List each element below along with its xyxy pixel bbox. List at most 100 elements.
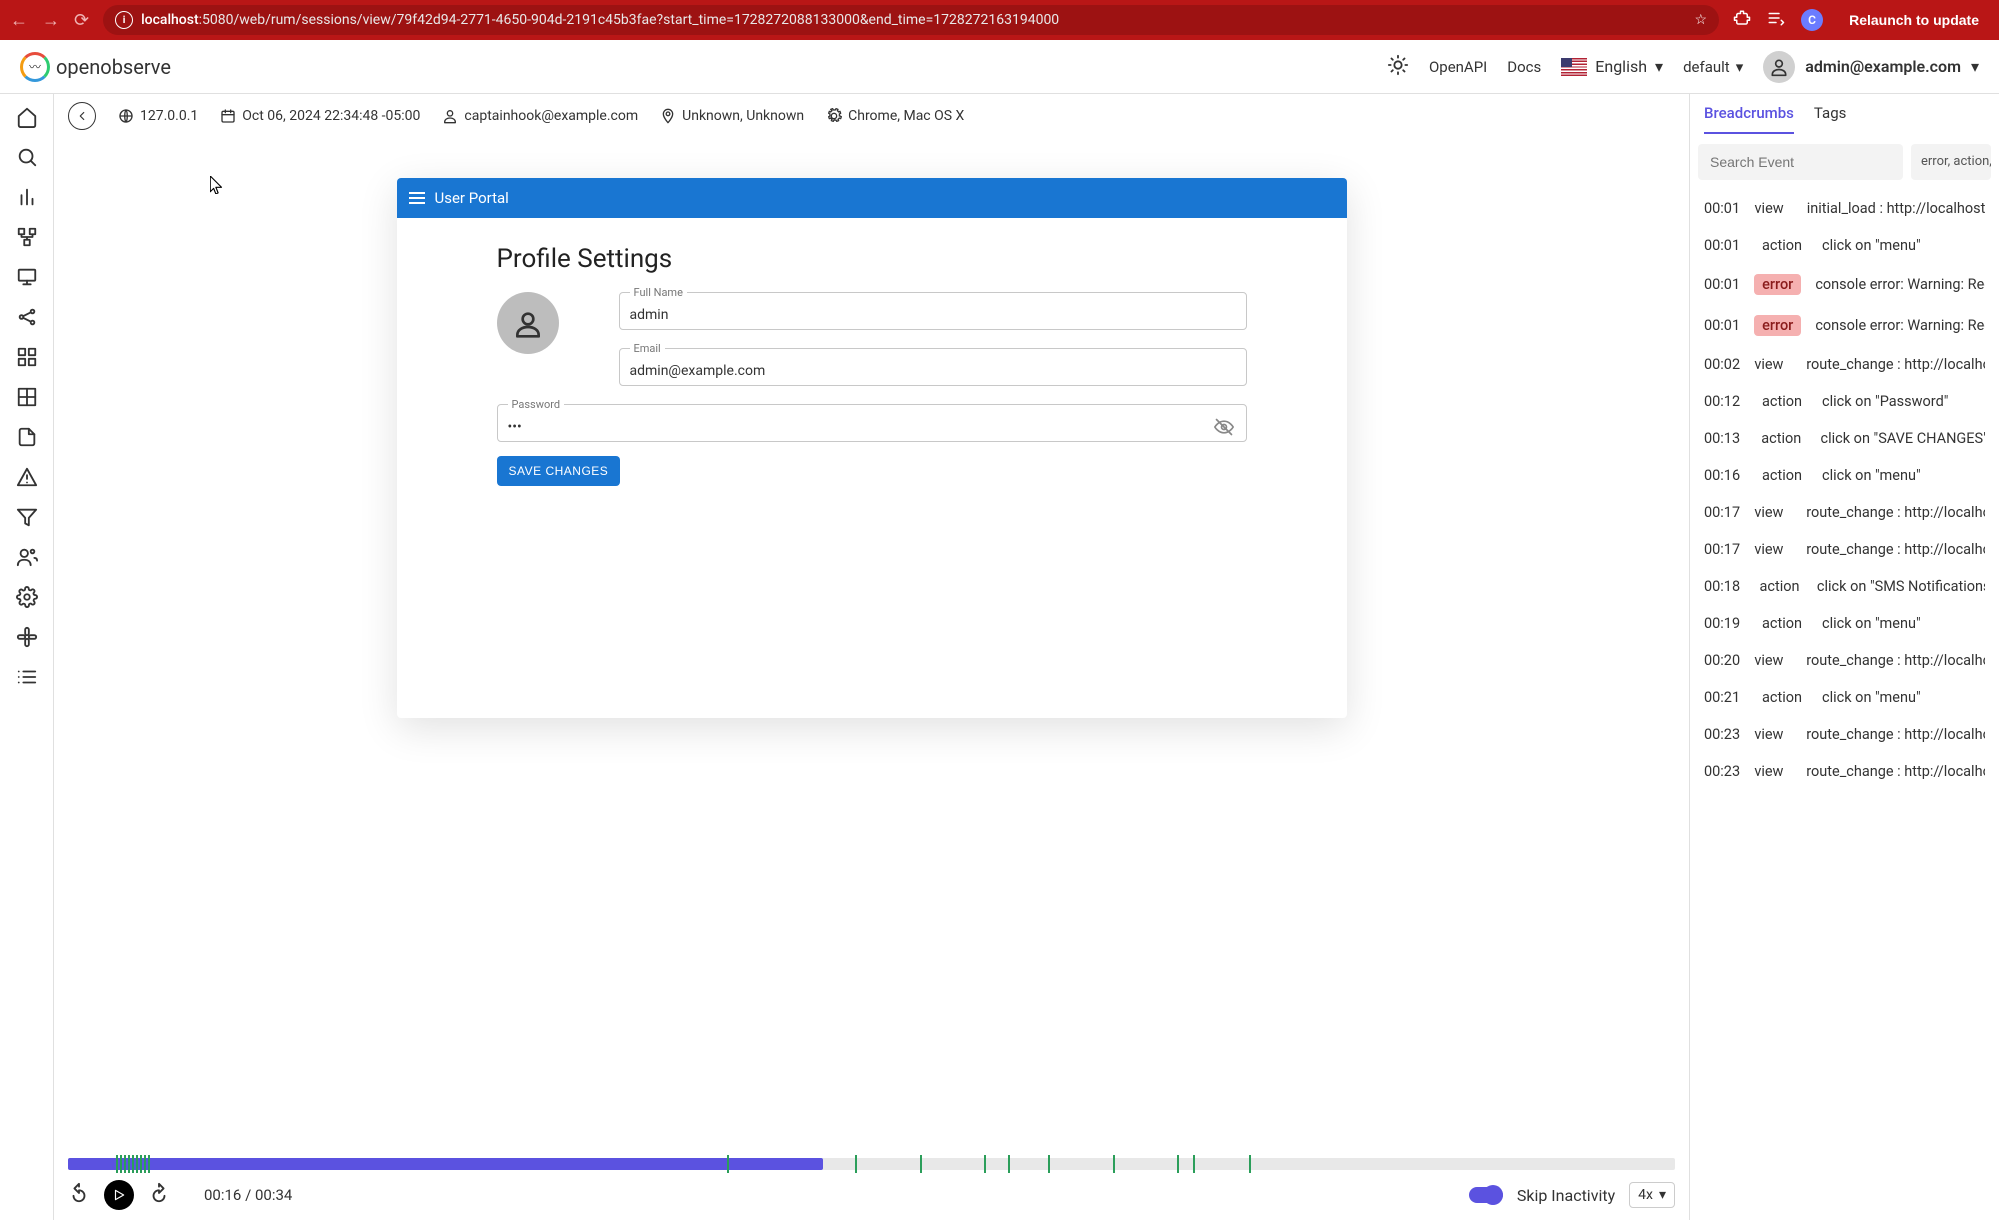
event-time: 00:13 (1704, 430, 1747, 447)
extensions-icon[interactable] (1733, 9, 1751, 31)
event-type: action (1762, 393, 1808, 410)
event-time: 00:01 (1704, 237, 1748, 254)
theme-toggle-icon[interactable] (1387, 54, 1409, 80)
settings-icon[interactable] (16, 586, 38, 608)
event-time: 00:01 (1704, 317, 1740, 334)
forward-icon[interactable]: → (42, 10, 60, 31)
event-row[interactable]: 00:01errorconsole error: Warning: Receiv… (1690, 305, 1999, 346)
share-icon[interactable] (16, 306, 38, 328)
event-row[interactable]: 00:17viewroute_change : http://localhost… (1690, 531, 1999, 568)
timeline[interactable] (54, 1152, 1689, 1170)
replay-forward-icon[interactable] (148, 1182, 170, 1209)
users-icon[interactable] (16, 546, 38, 568)
event-row[interactable]: 00:02viewroute_change : http://localhost… (1690, 346, 1999, 383)
session-browser: Chrome, Mac OS X (826, 108, 964, 124)
profile-heading: Profile Settings (497, 244, 1247, 274)
event-type: view (1754, 763, 1792, 780)
chevron-down-icon: ▾ (1655, 57, 1663, 76)
back-button[interactable] (68, 102, 96, 130)
file-icon[interactable] (16, 426, 38, 448)
event-type: view (1754, 652, 1792, 669)
event-row[interactable]: 00:01errorconsole error: Warning: Receiv… (1690, 264, 1999, 305)
event-row[interactable]: 00:12actionclick on "Password" (1690, 383, 1999, 420)
pipeline-icon[interactable] (16, 226, 38, 248)
org-selector[interactable]: default ▾ (1683, 58, 1743, 76)
site-info-icon[interactable]: i (115, 11, 133, 29)
skip-inactivity-toggle[interactable] (1469, 1187, 1503, 1203)
event-row[interactable]: 00:13actionclick on "SAVE CHANGES" (1690, 420, 1999, 457)
filter-icon[interactable] (16, 506, 38, 528)
monitor-icon[interactable] (16, 266, 38, 288)
event-row[interactable]: 00:17viewroute_change : http://localhost… (1690, 494, 1999, 531)
event-desc: route_change : http://localhost:30 (1806, 652, 1985, 669)
panel-tabs: Breadcrumbs Tags (1690, 94, 1999, 134)
time-display: 00:16 / 00:34 (204, 1186, 292, 1204)
speed-selector[interactable]: 4x ▾ (1629, 1182, 1675, 1208)
event-type: view (1754, 726, 1792, 743)
filter-type-input[interactable]: error, action, ... (1911, 144, 1991, 180)
event-type: action (1762, 237, 1808, 254)
event-row[interactable]: 00:01 view initial_load : http://localhost… (1690, 190, 1999, 227)
replay-back-icon[interactable] (68, 1182, 90, 1209)
search-icon[interactable] (16, 146, 38, 168)
session-datetime: Oct 06, 2024 22:34:48 -05:00 (220, 108, 420, 124)
email-field: Email admin@example.com (619, 348, 1247, 386)
tab-tags[interactable]: Tags (1814, 104, 1846, 134)
back-icon[interactable]: ← (10, 10, 28, 31)
event-time: 00:01 (1704, 200, 1741, 217)
language-selector[interactable]: English ▾ (1561, 57, 1663, 76)
menu-icon (409, 192, 425, 204)
star-icon[interactable]: ☆ (1695, 12, 1708, 28)
play-button[interactable] (104, 1180, 134, 1210)
list-icon[interactable] (16, 666, 38, 688)
calendar-icon (220, 108, 236, 124)
user-email: admin@example.com (1805, 57, 1961, 76)
search-event-input[interactable] (1698, 144, 1903, 180)
event-row[interactable]: 00:18actionclick on "SMS Notifications" (1690, 568, 1999, 605)
docs-link[interactable]: Docs (1507, 58, 1541, 76)
event-time: 00:17 (1704, 541, 1740, 558)
url-text: localhost:5080/web/rum/sessions/view/79f… (141, 12, 1059, 28)
event-row[interactable]: 00:19actionclick on "menu" (1690, 605, 1999, 642)
browser-toolbar: ← → ⟳ i localhost:5080/web/rum/sessions/… (0, 0, 1999, 40)
alert-icon[interactable] (16, 466, 38, 488)
event-row[interactable]: 00:16actionclick on "menu" (1690, 457, 1999, 494)
reload-icon[interactable]: ⟳ (74, 10, 89, 31)
profile-avatar (497, 292, 559, 354)
bar-chart-icon[interactable] (16, 186, 38, 208)
globe-icon (118, 108, 134, 124)
event-type: view (1755, 200, 1793, 217)
relaunch-button[interactable]: Relaunch to update (1839, 6, 1989, 34)
profile-avatar-icon[interactable]: C (1801, 9, 1823, 31)
event-time: 00:02 (1704, 356, 1740, 373)
event-row[interactable]: 00:23viewroute_change : http://localhost… (1690, 753, 1999, 790)
password-value: ••• (508, 419, 1236, 435)
event-desc: click on "menu" (1822, 467, 1921, 484)
full-name-field: Full Name admin (619, 292, 1247, 330)
user-menu[interactable]: admin@example.com ▾ (1763, 51, 1979, 83)
full-name-value: admin (630, 307, 1236, 323)
event-row[interactable]: 00:01 action click on "menu" (1690, 227, 1999, 264)
language-label: English (1595, 57, 1647, 76)
app-header: 〰 openobserve OpenAPI Docs English ▾ def… (0, 40, 1999, 94)
home-icon[interactable] (16, 106, 38, 128)
sidebar (0, 94, 54, 1220)
replay-appbar-title: User Portal (435, 189, 509, 207)
grid-icon[interactable] (16, 386, 38, 408)
event-desc: route_change : http://localhost:30 (1806, 763, 1985, 780)
event-row[interactable]: 00:20 view route_change : http://localhost… (1690, 642, 1999, 679)
event-time: 00:20 (1704, 652, 1740, 669)
event-desc: click on "menu" (1822, 237, 1921, 254)
event-row[interactable]: 00:23viewroute_change : http://localhost… (1690, 716, 1999, 753)
tab-breadcrumbs[interactable]: Breadcrumbs (1704, 104, 1794, 134)
event-desc: initial_load : http://localhost:3000 (1807, 200, 1985, 217)
slack-icon[interactable] (16, 626, 38, 648)
url-bar[interactable]: i localhost:5080/web/rum/sessions/view/7… (103, 5, 1719, 35)
brand-logo[interactable]: 〰 openobserve (20, 52, 171, 82)
dashboard-icon[interactable] (16, 346, 38, 368)
openapi-link[interactable]: OpenAPI (1429, 58, 1487, 76)
events-panel: Breadcrumbs Tags error, action, ... 00:0… (1689, 94, 1999, 1220)
event-desc: route_change : http://localhost:30 (1806, 504, 1985, 521)
event-row[interactable]: 00:21actionclick on "menu" (1690, 679, 1999, 716)
playlist-icon[interactable] (1767, 9, 1785, 31)
